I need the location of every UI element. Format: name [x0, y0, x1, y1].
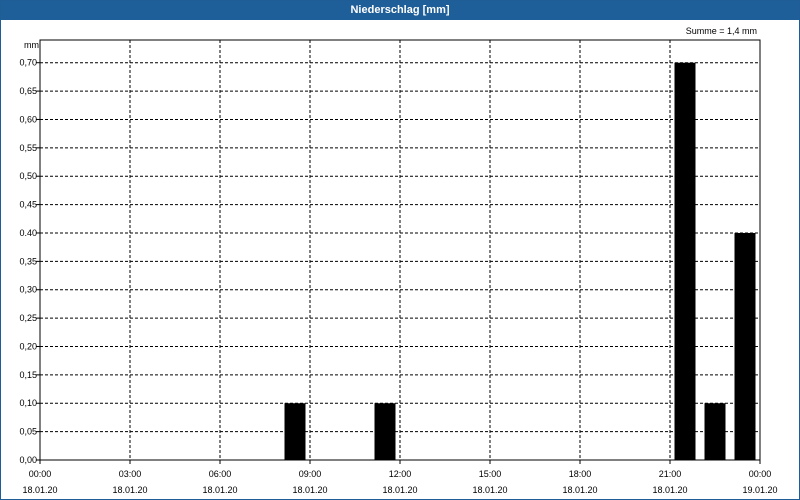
x-tick-date-label: 18.01.20: [112, 485, 147, 495]
y-tick-label: 0,35: [19, 256, 37, 266]
precipitation-bar: [674, 62, 696, 461]
y-tick-label: 0,60: [19, 114, 37, 124]
y-tick-label: 0.40: [19, 228, 37, 238]
x-tick-time-label: 03:00: [119, 469, 142, 479]
y-tick-label: 0,65: [19, 86, 37, 96]
y-axis-label: mm: [24, 40, 39, 50]
x-tick-date-label: 18.01.20: [382, 485, 417, 495]
grid: [40, 40, 760, 460]
precipitation-bar: [284, 403, 306, 460]
x-tick-date-label: 18.01.20: [652, 485, 687, 495]
y-tick-label: 0,10: [19, 398, 37, 408]
precipitation-chart: mm Summe = 1,4 mm 0,000,050,100,150,200,…: [19, 26, 778, 495]
x-tick-time-label: 21:00: [659, 469, 682, 479]
x-tick-time-label: 06:00: [209, 469, 232, 479]
y-tick-label: 0,00: [19, 455, 37, 465]
precipitation-bar: [374, 403, 396, 460]
x-axis-ticks: 00:00 18.01.20 03:00 18.01.20 06:00 18.01.20 0…: [22, 460, 778, 495]
y-tick-label: 0,55: [19, 143, 37, 153]
precipitation-bar: [734, 232, 756, 460]
x-tick-date-label: 18.01.20: [562, 485, 597, 495]
y-tick-label: 0,15: [19, 370, 37, 380]
x-tick-time-label: 00:00: [749, 469, 772, 479]
y-tick-label: 0,30: [19, 285, 37, 295]
precipitation-bar: [704, 403, 726, 460]
x-tick-time-label: 00:00: [29, 469, 52, 479]
y-axis-ticks: 0,00 0,05 0,10 0,15 0,20 0,25 0,30 0,35 0.40 0,45…: [19, 58, 40, 465]
x-tick-date-label: 19.01.20: [742, 485, 777, 495]
x-tick-date-label: 18.01.20: [22, 485, 57, 495]
x-tick-date-label: 18.01.20: [472, 485, 507, 495]
y-tick-label: 0,25: [19, 313, 37, 323]
sum-label: Summe = 1,4 mm: [686, 26, 757, 36]
x-tick-date-label: 18.01.20: [292, 485, 327, 495]
x-tick-date-label: 18.01.20: [202, 485, 237, 495]
x-tick-time-label: 09:00: [299, 469, 322, 479]
y-tick-label: 0,05: [19, 427, 37, 437]
y-tick-label: 0,50: [19, 171, 37, 181]
y-tick-label: 0,70: [19, 58, 37, 68]
x-tick-time-label: 12:00: [389, 469, 412, 479]
y-tick-label: 0,45: [19, 200, 37, 210]
x-tick-time-label: 18:00: [569, 469, 592, 479]
y-tick-label: 0,20: [19, 341, 37, 351]
x-tick-time-label: 15:00: [479, 469, 502, 479]
